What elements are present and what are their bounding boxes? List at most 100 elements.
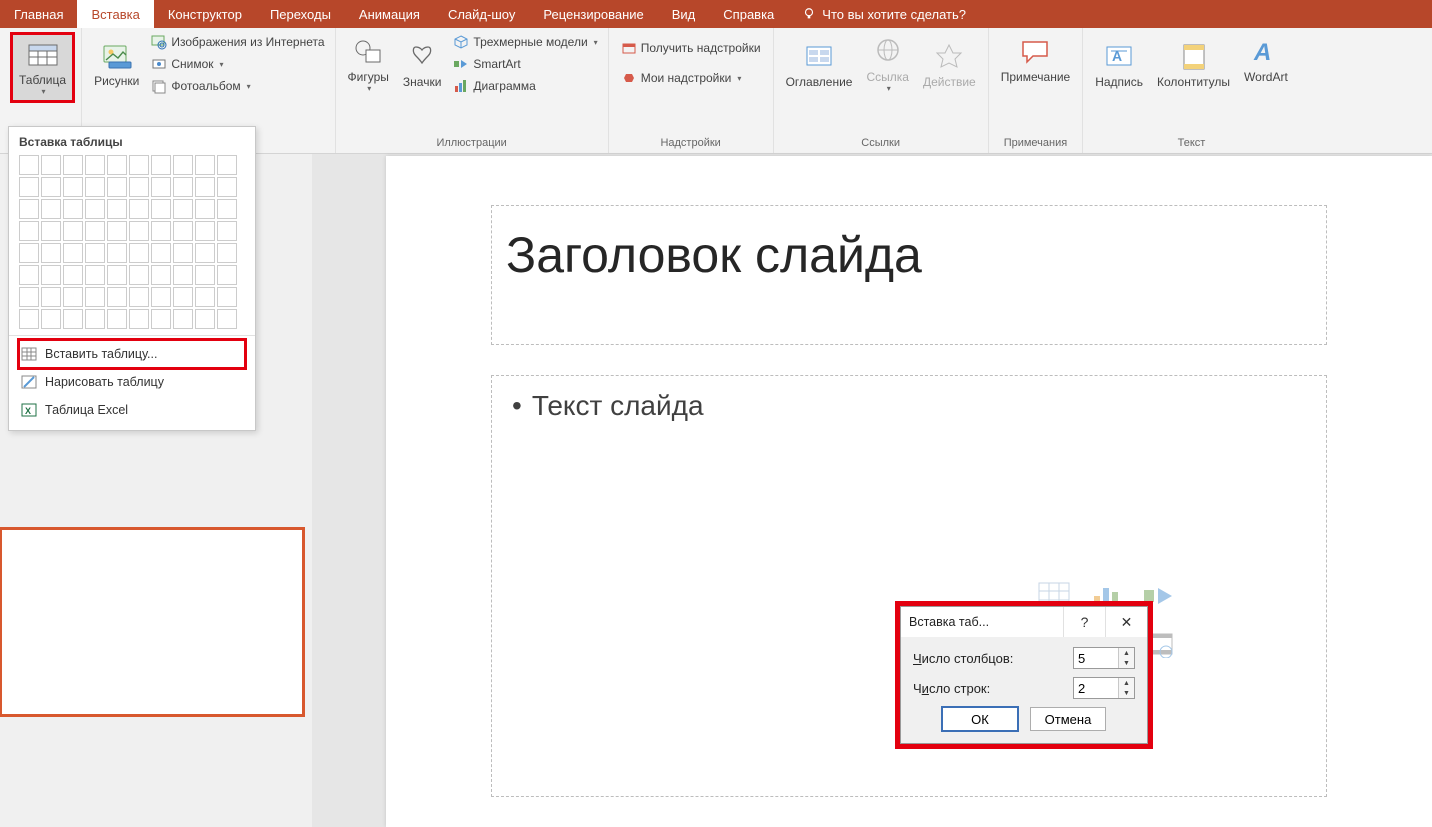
columns-spinner[interactable]: ▲ ▼ (1073, 647, 1135, 669)
toc-button[interactable]: Оглавление (780, 32, 859, 97)
grid-cell[interactable] (195, 243, 215, 263)
draw-table-menuitem[interactable]: Нарисовать таблицу (19, 368, 245, 396)
tab-help[interactable]: Справка (709, 0, 788, 28)
dialog-close-button[interactable]: ✕ (1105, 607, 1147, 637)
grid-cell[interactable] (41, 287, 61, 307)
shapes-button[interactable]: Фигуры ▾ (342, 32, 395, 97)
rows-up[interactable]: ▲ (1119, 678, 1134, 688)
dialog-help-button[interactable]: ? (1063, 607, 1105, 637)
rows-input[interactable] (1074, 678, 1118, 698)
insert-table-menuitem[interactable]: Вставить таблицу... (19, 340, 245, 368)
grid-cell[interactable] (107, 265, 127, 285)
grid-cell[interactable] (107, 287, 127, 307)
grid-cell[interactable] (63, 155, 83, 175)
grid-cell[interactable] (107, 155, 127, 175)
tab-insert[interactable]: Вставка (77, 0, 153, 28)
grid-cell[interactable] (107, 243, 127, 263)
tab-home[interactable]: Главная (0, 0, 77, 28)
pictures-button[interactable]: Рисунки (88, 32, 145, 96)
tab-slideshow[interactable]: Слайд-шоу (434, 0, 529, 28)
grid-cell[interactable] (41, 309, 61, 329)
wordart-button[interactable]: A WordArt ▾ (1238, 32, 1294, 97)
grid-cell[interactable] (151, 243, 171, 263)
grid-cell[interactable] (129, 221, 149, 241)
tab-animations[interactable]: Анимация (345, 0, 434, 28)
grid-cell[interactable] (41, 221, 61, 241)
grid-cell[interactable] (107, 309, 127, 329)
screenshot-button[interactable]: Снимок ▾ (147, 54, 328, 74)
tell-me-search[interactable]: Что вы хотите сделать? (788, 0, 980, 28)
grid-cell[interactable] (151, 199, 171, 219)
grid-cell[interactable] (129, 199, 149, 219)
grid-cell[interactable] (217, 155, 237, 175)
grid-cell[interactable] (85, 155, 105, 175)
grid-cell[interactable] (195, 287, 215, 307)
dialog-titlebar[interactable]: Вставка таб... ? ✕ (901, 607, 1147, 637)
grid-cell[interactable] (173, 309, 193, 329)
icons-button[interactable]: Значки (397, 32, 448, 97)
grid-cell[interactable] (195, 155, 215, 175)
textbox-button[interactable]: A Надпись (1089, 32, 1149, 97)
grid-cell[interactable] (19, 199, 39, 219)
tab-view[interactable]: Вид (658, 0, 710, 28)
grid-cell[interactable] (217, 309, 237, 329)
grid-cell[interactable] (19, 177, 39, 197)
grid-cell[interactable] (173, 177, 193, 197)
grid-cell[interactable] (129, 155, 149, 175)
grid-cell[interactable] (85, 243, 105, 263)
grid-cell[interactable] (195, 265, 215, 285)
excel-table-menuitem[interactable]: X Таблица Excel (19, 396, 245, 424)
grid-cell[interactable] (151, 265, 171, 285)
grid-cell[interactable] (85, 309, 105, 329)
grid-cell[interactable] (195, 199, 215, 219)
grid-cell[interactable] (19, 265, 39, 285)
grid-cell[interactable] (195, 221, 215, 241)
grid-cell[interactable] (217, 199, 237, 219)
grid-cell[interactable] (41, 155, 61, 175)
grid-cell[interactable] (129, 287, 149, 307)
columns-down[interactable]: ▼ (1119, 658, 1134, 668)
grid-cell[interactable] (151, 287, 171, 307)
slide-thumbnail-1[interactable] (2, 530, 302, 714)
grid-cell[interactable] (85, 177, 105, 197)
grid-cell[interactable] (217, 265, 237, 285)
table-button[interactable]: Таблица ▾ (10, 32, 75, 103)
grid-cell[interactable] (151, 177, 171, 197)
tab-transitions[interactable]: Переходы (256, 0, 345, 28)
grid-cell[interactable] (173, 199, 193, 219)
grid-cell[interactable] (173, 287, 193, 307)
grid-cell[interactable] (151, 155, 171, 175)
grid-cell[interactable] (63, 309, 83, 329)
grid-cell[interactable] (19, 243, 39, 263)
grid-cell[interactable] (217, 287, 237, 307)
grid-cell[interactable] (151, 309, 171, 329)
tab-review[interactable]: Рецензирование (529, 0, 657, 28)
grid-cell[interactable] (63, 177, 83, 197)
grid-cell[interactable] (63, 287, 83, 307)
grid-cell[interactable] (129, 309, 149, 329)
grid-cell[interactable] (63, 243, 83, 263)
content-placeholder[interactable]: Текст слайда Вставка таб... ? ✕ (492, 376, 1326, 796)
grid-cell[interactable] (195, 309, 215, 329)
grid-cell[interactable] (63, 221, 83, 241)
slide-canvas[interactable]: Заголовок слайда Текст слайда Вставка та… (386, 156, 1432, 827)
smartart-button[interactable]: SmartArt (449, 54, 601, 74)
grid-cell[interactable] (217, 177, 237, 197)
grid-cell[interactable] (19, 155, 39, 175)
grid-cell[interactable] (173, 221, 193, 241)
columns-up[interactable]: ▲ (1119, 648, 1134, 658)
grid-cell[interactable] (85, 265, 105, 285)
grid-cell[interactable] (41, 177, 61, 197)
photo-album-button[interactable]: Фотоальбом ▾ (147, 76, 328, 96)
table-size-grid[interactable] (19, 155, 245, 329)
online-images-button[interactable]: Изображения из Интернета (147, 32, 328, 52)
grid-cell[interactable] (129, 177, 149, 197)
grid-cell[interactable] (107, 199, 127, 219)
get-addins-button[interactable]: Получить надстройки (617, 38, 765, 58)
ok-button[interactable]: ОК (942, 707, 1018, 731)
cancel-button[interactable]: Отмена (1030, 707, 1106, 731)
grid-cell[interactable] (19, 287, 39, 307)
grid-cell[interactable] (195, 177, 215, 197)
grid-cell[interactable] (173, 243, 193, 263)
grid-cell[interactable] (107, 221, 127, 241)
